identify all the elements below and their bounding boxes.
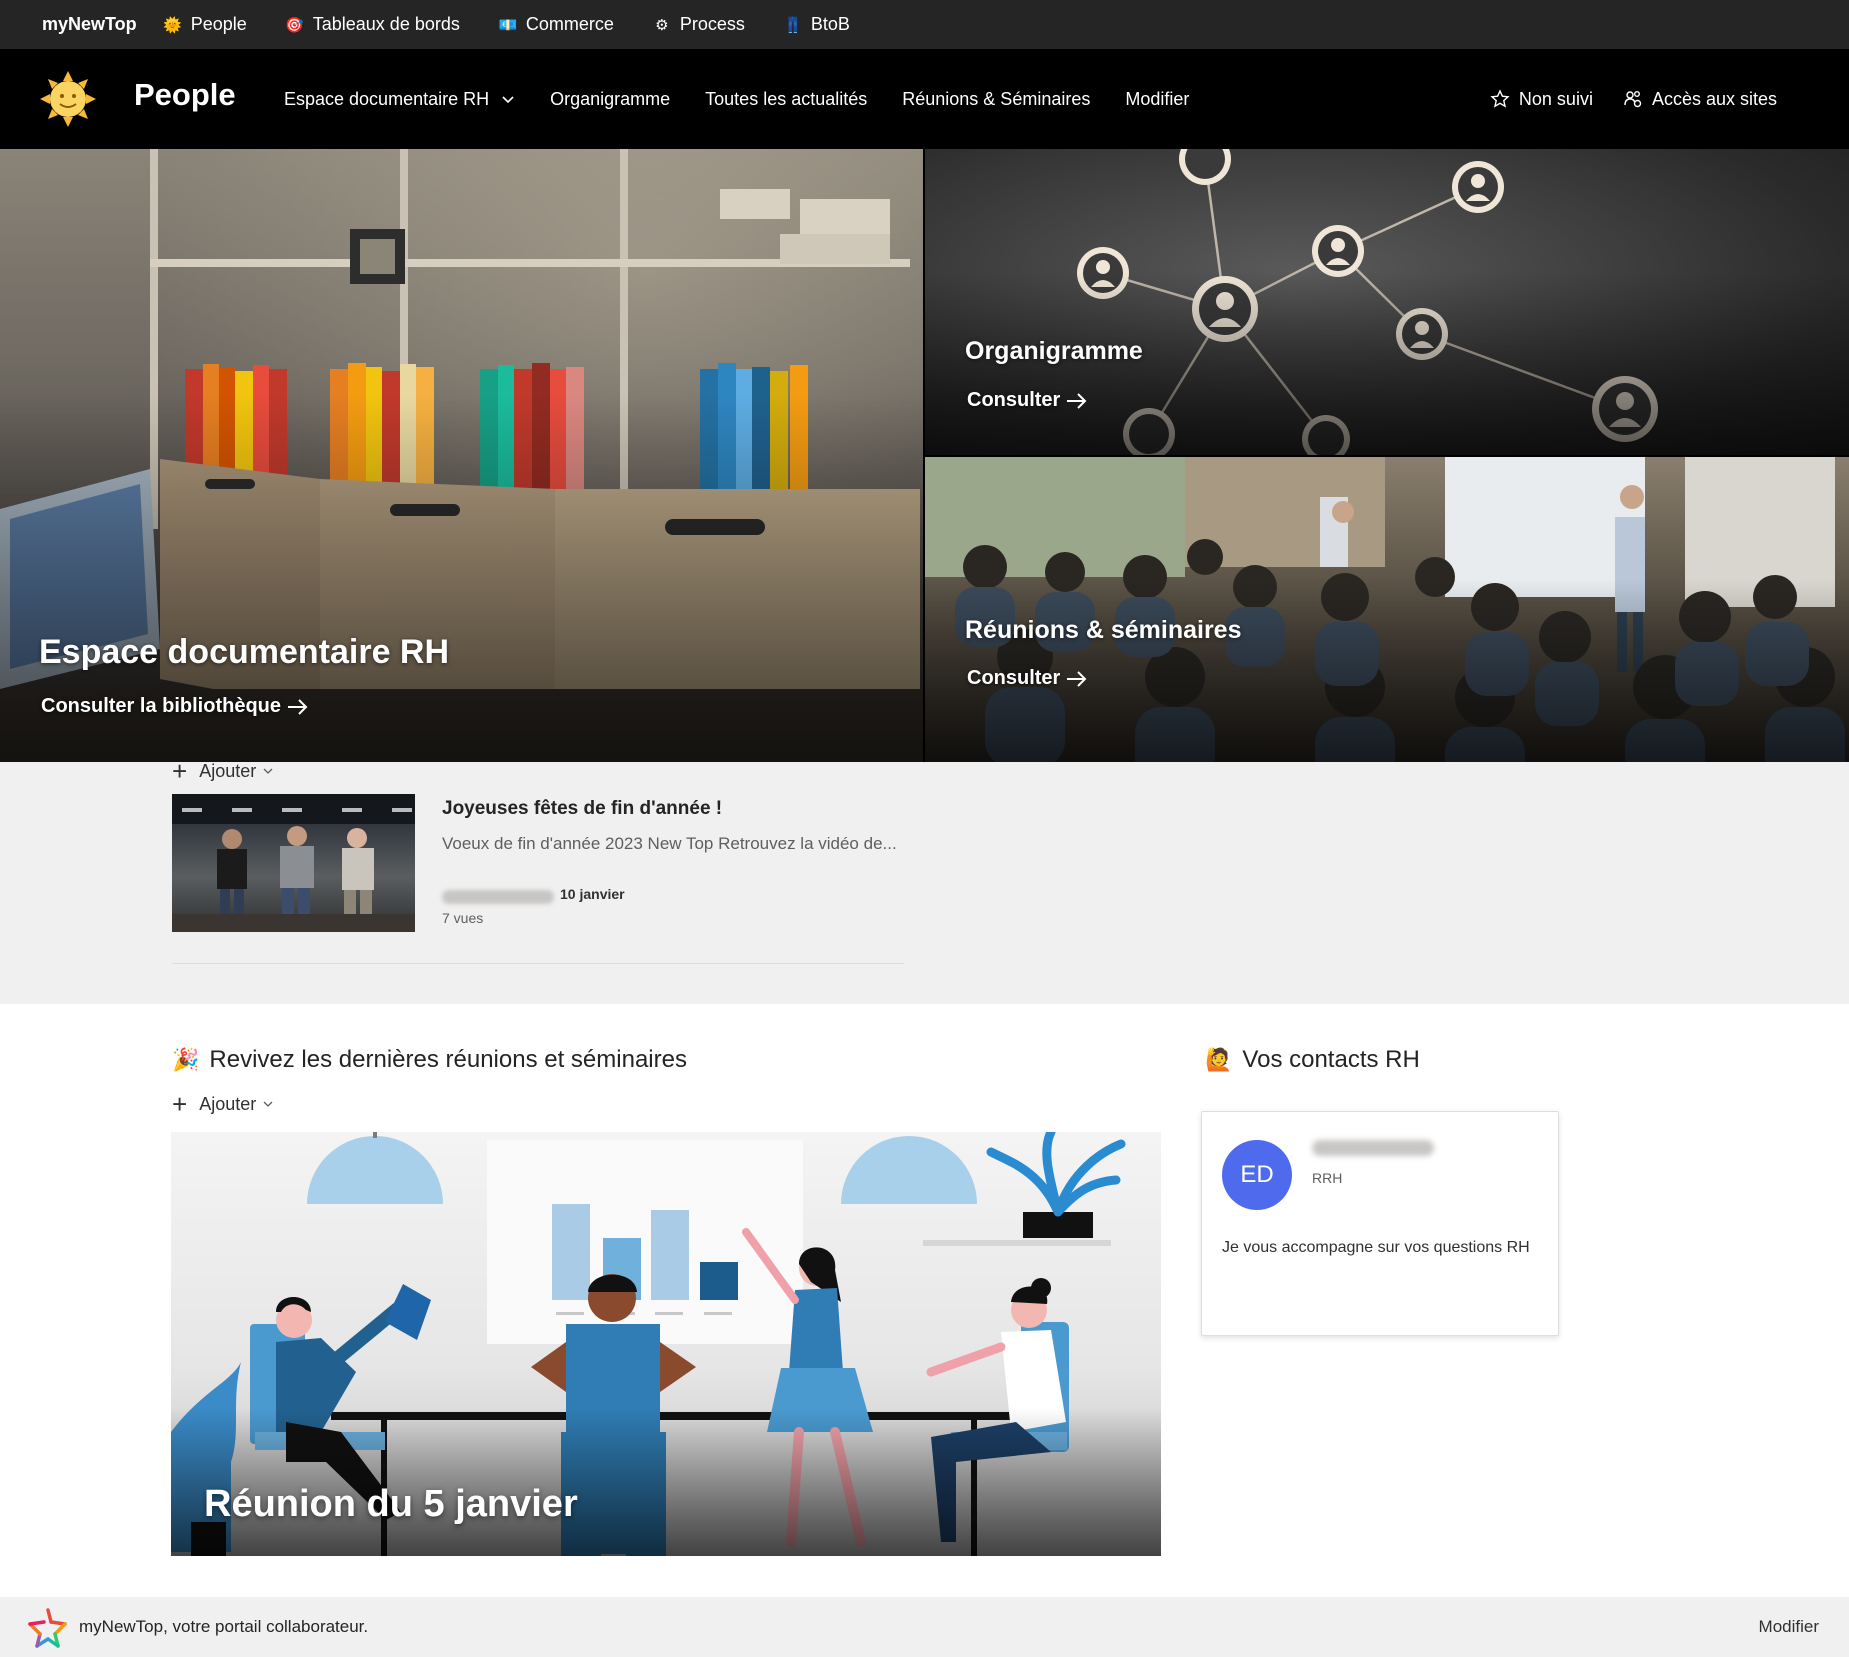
nav-reunions[interactable]: Réunions & Séminaires: [902, 89, 1090, 110]
contact-name-redacted[interactable]: [1312, 1140, 1434, 1156]
meetings-add-label: Ajouter: [199, 1093, 257, 1114]
footer-text: myNewTop, votre portail collaborateur.: [79, 1617, 369, 1636]
gears-icon: ⚙: [655, 16, 669, 34]
star-icon: [1490, 89, 1510, 108]
hero-tile-reunions[interactable]: Réunions & séminaires Consulter: [925, 457, 1849, 762]
star-logo-icon: [28, 1608, 67, 1648]
hub-item-label: Tableaux de bords: [312, 14, 460, 34]
news-add-label: Ajouter: [199, 760, 257, 781]
contacts-title-text: Vos contacts RH: [1242, 1046, 1420, 1073]
news-date: 10 janvier: [560, 886, 625, 902]
hero-main-title: Espace documentaire RH: [39, 633, 450, 671]
plus-icon: +: [172, 756, 188, 786]
nav-item-label: Espace documentaire RH: [284, 88, 490, 109]
contact-role: RRH: [1312, 1170, 1343, 1186]
news-author-redacted: [442, 890, 554, 904]
news-add-button[interactable]: + Ajouter: [172, 758, 274, 784]
hub-navigation-bar: myNewTop 🌞 People 🎯 Tableaux de bords 💶 …: [0, 0, 1849, 49]
hero-org-title: Organigramme: [965, 337, 1143, 365]
party-popper-icon: 🎉: [172, 1047, 200, 1072]
news-video-illustration: [172, 794, 415, 932]
contacts-section-title: 🙋 Vos contacts RH: [1205, 1046, 1420, 1074]
nav-item-label: Réunions & Séminaires: [902, 88, 1091, 109]
nav-espace-documentaire[interactable]: Espace documentaire RH: [284, 89, 515, 110]
chevron-down-icon: [263, 768, 273, 774]
hub-item-process[interactable]: ⚙ Process: [652, 14, 745, 35]
commerce-icon: 💶: [498, 16, 518, 34]
hub-item-label: Process: [679, 14, 745, 34]
chevron-down-icon: [502, 96, 514, 104]
hero-meetings-link-label: Consulter: [967, 667, 1061, 689]
raising-hand-icon: 🙋: [1205, 1047, 1233, 1072]
meeting-card-title: Réunion du 5 janvier: [204, 1483, 578, 1525]
arrow-right-icon: [1067, 392, 1087, 409]
hub-item-commerce[interactable]: 💶 Commerce: [498, 14, 614, 35]
contact-description: Je vous accompagne sur vos questions RH: [1222, 1239, 1530, 1256]
hero-org-link-label: Consulter: [967, 389, 1061, 411]
footer: myNewTop, votre portail collaborateur. M…: [0, 1597, 1849, 1657]
site-nav: Espace documentaire RH Organigramme Tout…: [284, 49, 1224, 149]
nav-item-label: Modifier: [1125, 88, 1190, 109]
meetings-add-button[interactable]: + Ajouter: [172, 1091, 274, 1117]
sun-face-icon: 🌞: [163, 16, 183, 34]
news-views: 7 vues: [442, 910, 484, 926]
hero-main-link[interactable]: Consulter la bibliothèque: [41, 695, 309, 718]
hero-meetings-link[interactable]: Consulter: [967, 667, 1088, 690]
news-title[interactable]: Joyeuses fêtes de fin d'année !: [442, 798, 722, 820]
hero-meetings-title: Réunions & séminaires: [965, 616, 1242, 644]
follow-button[interactable]: Non suivi: [1490, 89, 1593, 110]
arrow-right-icon: [288, 698, 308, 715]
hub-item-label: BtoB: [810, 14, 850, 34]
hub-item-tableaux[interactable]: 🎯 Tableaux de bords: [285, 14, 460, 35]
hub-item-people[interactable]: 🌞 People: [163, 14, 247, 35]
nav-actualites[interactable]: Toutes les actualités: [705, 89, 867, 110]
site-title[interactable]: People: [134, 77, 236, 113]
meetings-title-text: Revivez les dernières réunions et sémina…: [209, 1046, 687, 1073]
site-access-label: Accès aux sites: [1651, 88, 1777, 109]
hub-brand[interactable]: myNewTop: [42, 14, 137, 35]
nav-organigramme[interactable]: Organigramme: [550, 89, 670, 110]
footer-edit-button[interactable]: Modifier: [1759, 1617, 1819, 1637]
header-actions: Non suivi Accès aux sites: [1460, 49, 1777, 149]
nav-item-label: Organigramme: [550, 88, 671, 109]
hub-item-label: People: [190, 14, 247, 34]
news-section: + Ajouter Joyeuses fêtes de fin d'année …: [0, 758, 1849, 1004]
site-header: People Espace documentaire RH Organigram…: [0, 49, 1849, 149]
contact-card[interactable]: ED RRH Je vous accompagne sur vos questi…: [1201, 1111, 1559, 1336]
nav-modifier[interactable]: Modifier: [1125, 89, 1189, 110]
avatar[interactable]: ED: [1222, 1140, 1292, 1210]
target-icon: 🎯: [285, 16, 305, 34]
people-settings-icon: [1624, 91, 1642, 108]
sun-logo-icon[interactable]: [38, 69, 98, 129]
chevron-down-icon: [263, 1101, 273, 1107]
news-thumbnail[interactable]: [172, 794, 415, 932]
meeting-card[interactable]: Réunion du 5 janvier: [171, 1132, 1161, 1556]
arrow-right-icon: [1067, 670, 1087, 687]
hero-section: Espace documentaire RH Consulter la bibl…: [0, 149, 1849, 762]
hero-main-link-label: Consulter la bibliothèque: [41, 695, 282, 717]
news-description: Voeux de fin d'année 2023 New Top Retrou…: [442, 834, 897, 853]
meetings-section-title: 🎉 Revivez les dernières réunions et sémi…: [172, 1046, 687, 1074]
site-access-button[interactable]: Accès aux sites: [1623, 89, 1777, 110]
hub-item-label: Commerce: [525, 14, 614, 34]
hero-tile-organigramme[interactable]: Organigramme Consulter: [925, 149, 1849, 455]
hero-tile-documents[interactable]: Espace documentaire RH Consulter la bibl…: [0, 149, 923, 762]
news-divider: [172, 963, 904, 964]
nav-item-label: Toutes les actualités: [705, 88, 868, 109]
plus-icon: +: [172, 1089, 188, 1119]
follow-label: Non suivi: [1518, 88, 1593, 109]
btob-icon: 👖: [783, 16, 803, 34]
hub-item-btob[interactable]: 👖 BtoB: [783, 14, 850, 35]
meeting-gradient-overlay: [171, 1407, 1161, 1556]
hero-org-link[interactable]: Consulter: [967, 389, 1088, 412]
